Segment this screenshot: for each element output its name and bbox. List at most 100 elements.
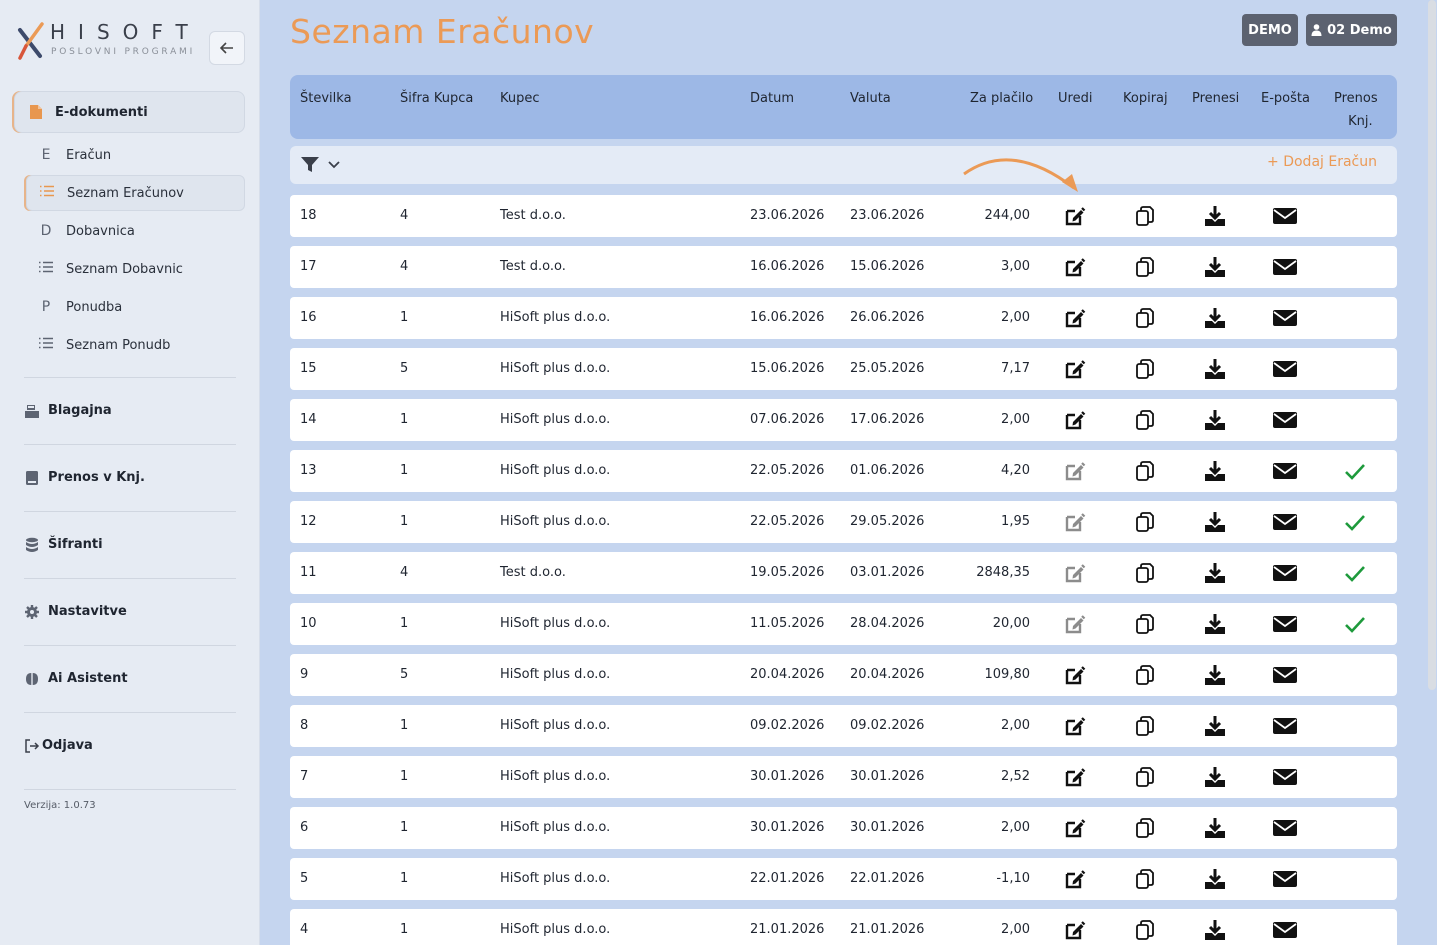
column-valuta[interactable]: Valuta — [850, 87, 891, 110]
copy-icon[interactable] — [1134, 817, 1156, 839]
copy-icon[interactable] — [1134, 919, 1156, 941]
edit-icon[interactable] — [1064, 256, 1086, 278]
table-row[interactable]: 9 5 HiSoft plus d.o.o. 20.04.2026 20.04.… — [290, 654, 1397, 696]
scrollbar[interactable] — [1428, 0, 1436, 690]
edit-icon[interactable] — [1064, 664, 1086, 686]
mail-icon[interactable] — [1273, 920, 1297, 942]
edit-icon[interactable] — [1064, 715, 1086, 737]
table-row[interactable]: 11 4 Test d.o.o. 19.05.2026 03.01.2026 2… — [290, 552, 1397, 594]
sidebar-item-seznam-ponudb[interactable]: Seznam Ponudb — [26, 327, 245, 363]
column-za-placilo[interactable]: Za plačilo — [970, 87, 1033, 110]
table-row[interactable]: 16 1 HiSoft plus d.o.o. 16.06.2026 26.06… — [290, 297, 1397, 339]
download-icon[interactable] — [1204, 562, 1226, 584]
mail-icon[interactable] — [1273, 308, 1297, 330]
edit-icon[interactable] — [1064, 511, 1086, 533]
sidebar-section-nastavitve[interactable]: Nastavitve — [24, 578, 236, 644]
copy-icon[interactable] — [1134, 562, 1156, 584]
table-row[interactable]: 15 5 HiSoft plus d.o.o. 15.06.2026 25.05… — [290, 348, 1397, 390]
mail-icon[interactable] — [1273, 767, 1297, 789]
download-icon[interactable] — [1204, 664, 1226, 686]
table-row[interactable]: 10 1 HiSoft plus d.o.o. 11.05.2026 28.04… — [290, 603, 1397, 645]
column-kupec[interactable]: Kupec — [500, 87, 540, 110]
download-icon[interactable] — [1204, 868, 1226, 890]
table-row[interactable]: 13 1 HiSoft plus d.o.o. 22.05.2026 01.06… — [290, 450, 1397, 492]
sidebar-item-ponudba[interactable]: P Ponudba — [26, 289, 245, 325]
download-icon[interactable] — [1204, 511, 1226, 533]
table-row[interactable]: 12 1 HiSoft plus d.o.o. 22.05.2026 29.05… — [290, 501, 1397, 543]
copy-icon[interactable] — [1134, 715, 1156, 737]
edit-icon[interactable] — [1064, 919, 1086, 941]
sidebar-section-sifranti[interactable]: Šifranti — [24, 511, 236, 577]
column-stevilka[interactable]: Številka — [300, 87, 352, 110]
demo-badge[interactable]: DEMO — [1242, 14, 1298, 46]
mail-icon[interactable] — [1273, 461, 1297, 483]
edit-icon[interactable] — [1064, 766, 1086, 788]
download-icon[interactable] — [1204, 358, 1226, 380]
sidebar-section-odjava[interactable]: Odjava — [24, 712, 236, 778]
mail-icon[interactable] — [1273, 869, 1297, 891]
table-row[interactable]: 4 1 HiSoft plus d.o.o. 21.01.2026 21.01.… — [290, 909, 1397, 945]
column-datum[interactable]: Datum — [750, 87, 794, 110]
copy-icon[interactable] — [1134, 409, 1156, 431]
mail-icon[interactable] — [1273, 206, 1297, 228]
edit-icon[interactable] — [1064, 205, 1086, 227]
mail-icon[interactable] — [1273, 512, 1297, 534]
copy-icon[interactable] — [1134, 205, 1156, 227]
sidebar-item-eracun[interactable]: E Eračun — [26, 137, 245, 173]
sidebar-item-seznam-dobavnic[interactable]: Seznam Dobavnic — [26, 251, 245, 287]
edit-icon[interactable] — [1064, 358, 1086, 380]
table-row[interactable]: 7 1 HiSoft plus d.o.o. 30.01.2026 30.01.… — [290, 756, 1397, 798]
edit-icon[interactable] — [1064, 460, 1086, 482]
copy-icon[interactable] — [1134, 307, 1156, 329]
table-row[interactable]: 5 1 HiSoft plus d.o.o. 22.01.2026 22.01.… — [290, 858, 1397, 900]
edit-icon[interactable] — [1064, 307, 1086, 329]
collapse-sidebar-button[interactable] — [209, 31, 245, 65]
download-icon[interactable] — [1204, 205, 1226, 227]
edit-icon[interactable] — [1064, 409, 1086, 431]
sidebar-item-seznam-eracunov[interactable]: Seznam Eračunov — [26, 175, 245, 211]
sidebar-section-ai-asistent[interactable]: Ai Asistent — [24, 645, 236, 711]
mail-icon[interactable] — [1273, 818, 1297, 840]
download-icon[interactable] — [1204, 307, 1226, 329]
download-icon[interactable] — [1204, 919, 1226, 941]
mail-icon[interactable] — [1273, 665, 1297, 687]
edit-icon[interactable] — [1064, 868, 1086, 890]
copy-icon[interactable] — [1134, 460, 1156, 482]
filter-icon[interactable] — [301, 157, 319, 173]
edit-icon[interactable] — [1064, 562, 1086, 584]
download-icon[interactable] — [1204, 256, 1226, 278]
copy-icon[interactable] — [1134, 664, 1156, 686]
table-row[interactable]: 14 1 HiSoft plus d.o.o. 07.06.2026 17.06… — [290, 399, 1397, 441]
download-icon[interactable] — [1204, 715, 1226, 737]
copy-icon[interactable] — [1134, 766, 1156, 788]
download-icon[interactable] — [1204, 766, 1226, 788]
nav-group-e-dokumenti[interactable]: E-dokumenti — [14, 91, 245, 133]
mail-icon[interactable] — [1273, 716, 1297, 738]
sidebar-section-prenos[interactable]: Prenos v Knj. — [24, 444, 236, 510]
column-sifra-kupca[interactable]: Šifra Kupca — [400, 87, 473, 110]
download-icon[interactable] — [1204, 409, 1226, 431]
copy-icon[interactable] — [1134, 868, 1156, 890]
mail-icon[interactable] — [1273, 410, 1297, 432]
sidebar-section-blagajna[interactable]: Blagajna — [24, 377, 236, 443]
sidebar-item-dobavnica[interactable]: D Dobavnica — [26, 213, 245, 249]
mail-icon[interactable] — [1273, 614, 1297, 636]
user-badge[interactable]: 02 Demo — [1306, 14, 1397, 46]
copy-icon[interactable] — [1134, 511, 1156, 533]
edit-icon[interactable] — [1064, 613, 1086, 635]
download-icon[interactable] — [1204, 460, 1226, 482]
copy-icon[interactable] — [1134, 256, 1156, 278]
mail-icon[interactable] — [1273, 359, 1297, 381]
download-icon[interactable] — [1204, 613, 1226, 635]
edit-icon[interactable] — [1064, 817, 1086, 839]
copy-icon[interactable] — [1134, 613, 1156, 635]
download-icon[interactable] — [1204, 817, 1226, 839]
table-row[interactable]: 8 1 HiSoft plus d.o.o. 09.02.2026 09.02.… — [290, 705, 1397, 747]
table-row[interactable]: 18 4 Test d.o.o. 23.06.2026 23.06.2026 2… — [290, 195, 1397, 237]
mail-icon[interactable] — [1273, 563, 1297, 585]
mail-icon[interactable] — [1273, 257, 1297, 279]
table-row[interactable]: 6 1 HiSoft plus d.o.o. 30.01.2026 30.01.… — [290, 807, 1397, 849]
chevron-down-icon[interactable] — [328, 161, 340, 169]
table-row[interactable]: 17 4 Test d.o.o. 16.06.2026 15.06.2026 3… — [290, 246, 1397, 288]
copy-icon[interactable] — [1134, 358, 1156, 380]
